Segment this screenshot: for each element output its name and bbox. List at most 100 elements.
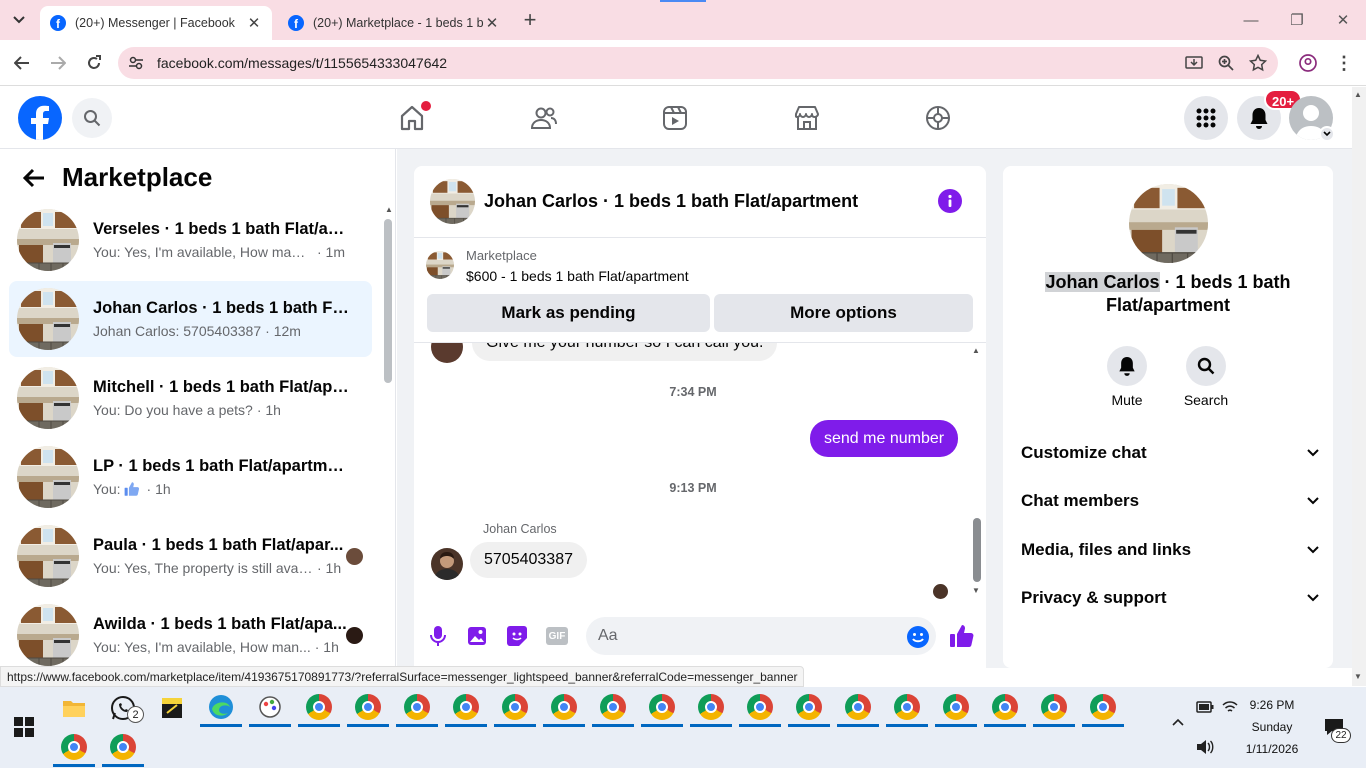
gif-icon[interactable]: GIF (546, 627, 568, 645)
chrome-profile-icon[interactable] (1082, 689, 1124, 727)
tab-messenger[interactable]: f (20+) Messenger | Facebook ✕ (40, 6, 272, 40)
scroll-down-arrow-icon[interactable]: ▼ (1354, 672, 1362, 681)
conversation-row[interactable]: LP · 1 beds 1 bath Flat/apartment You: · 1… (9, 439, 372, 515)
chrome-profile-icon[interactable] (739, 689, 781, 727)
details-avatar[interactable] (1129, 184, 1208, 263)
mute-bell-icon[interactable] (1107, 346, 1147, 386)
microphone-icon[interactable] (428, 625, 448, 647)
chrome-profile-icon[interactable] (1033, 689, 1075, 727)
clock-date[interactable]: 1/11/2026 (1240, 742, 1304, 756)
chrome-profile-icon[interactable] (53, 729, 95, 767)
chrome-profile-icon[interactable] (984, 689, 1026, 727)
chrome-profile-icon[interactable] (396, 689, 438, 727)
chat-members-section[interactable]: Chat members (1021, 491, 1319, 511)
chat-info-icon[interactable] (938, 189, 962, 213)
paint-app-icon[interactable] (249, 689, 291, 727)
restore-button[interactable]: ❐ (1274, 0, 1320, 40)
conversation-row[interactable]: Johan Carlos · 1 beds 1 bath Flat/... Joh… (9, 281, 372, 357)
url-text[interactable]: facebook.com/messages/t/1155654333047642 (157, 55, 447, 71)
chrome-profile-icon[interactable] (690, 689, 732, 727)
nav-gaming-icon[interactable] (918, 100, 958, 136)
search-chat-icon[interactable] (1186, 346, 1226, 386)
chrome-profile-icon[interactable] (886, 689, 928, 727)
more-options-button[interactable]: More options (714, 294, 973, 332)
window-accent (660, 0, 706, 2)
mark-as-pending-button[interactable]: Mark as pending (427, 294, 710, 332)
back-arrow-icon[interactable] (22, 166, 46, 190)
fb-search-icon[interactable] (72, 98, 112, 138)
sticker-icon[interactable] (506, 625, 528, 647)
chat-header-title[interactable]: Johan Carlos · 1 beds 1 bath Flat/apartm… (484, 191, 858, 212)
listing-title[interactable]: $600 - 1 beds 1 bath Flat/apartment (466, 268, 689, 284)
received-message-bubble[interactable]: 5705403387 (470, 542, 587, 578)
site-info-icon[interactable] (128, 55, 144, 71)
tab-close-icon[interactable]: ✕ (484, 14, 500, 32)
chrome-profile-icon[interactable] (641, 689, 683, 727)
new-tab-button[interactable]: + (514, 4, 546, 36)
bookmark-star-icon[interactable] (1242, 47, 1274, 79)
like-thumb-icon[interactable] (949, 623, 975, 649)
chrome-profile-icon[interactable] (935, 689, 977, 727)
listing-thumbnail[interactable] (426, 251, 454, 279)
windows-start-icon[interactable] (14, 717, 34, 737)
edge-icon[interactable] (200, 689, 242, 727)
conversation-name: Verseles · 1 beds 1 bath Flat/apar... (93, 220, 351, 238)
conversation-row[interactable]: Paula · 1 beds 1 bath Flat/apar... You: Y… (9, 518, 372, 594)
list-scrollbar[interactable]: ▲ (383, 205, 393, 667)
sender-avatar[interactable] (431, 548, 463, 580)
chrome-profile-icon[interactable] (837, 689, 879, 727)
sticky-notes-icon[interactable] (151, 689, 193, 727)
clock-day[interactable]: Sunday (1240, 720, 1304, 734)
chrome-profile-icon[interactable] (102, 729, 144, 767)
install-app-icon[interactable] (1178, 47, 1210, 79)
facebook-logo-icon[interactable] (18, 96, 62, 140)
photo-icon[interactable] (467, 626, 487, 646)
browser-menu-icon[interactable]: ⋮ (1328, 47, 1360, 79)
show-hidden-icons-chevron[interactable] (1172, 718, 1184, 726)
chrome-profile-icon[interactable] (494, 689, 536, 727)
privacy-support-section[interactable]: Privacy & support (1021, 588, 1319, 608)
volume-icon[interactable] (1196, 739, 1214, 755)
chrome-profile-icon[interactable] (347, 689, 389, 727)
chrome-profile-icon[interactable] (592, 689, 634, 727)
wifi-icon[interactable] (1222, 700, 1238, 714)
page-scrollbar[interactable] (1352, 87, 1366, 686)
chat-scrollbar[interactable]: ▲ ▼ (972, 346, 982, 598)
nav-video-icon[interactable] (655, 100, 695, 136)
tab-close-icon[interactable]: ✕ (246, 14, 262, 32)
message-list: Give me your number so I can call you. 7… (414, 343, 972, 605)
clock-time[interactable]: 9:26 PM (1240, 698, 1304, 712)
chat-header-avatar[interactable] (430, 179, 475, 224)
file-explorer-icon[interactable] (53, 689, 95, 727)
emoji-icon[interactable] (906, 625, 930, 649)
tab-search-chevron-icon[interactable] (4, 4, 34, 36)
chrome-profile-icon[interactable] (445, 689, 487, 727)
profile-icon[interactable] (1292, 47, 1324, 79)
battery-icon[interactable] (1196, 700, 1214, 714)
close-window-button[interactable]: ✕ (1320, 0, 1366, 40)
zoom-icon[interactable] (1210, 47, 1242, 79)
minimize-button[interactable]: — (1228, 0, 1274, 40)
conversation-row[interactable]: Mitchell · 1 beds 1 bath Flat/apar... You… (9, 360, 372, 436)
back-button[interactable] (6, 47, 38, 79)
nav-marketplace-icon[interactable] (787, 100, 827, 136)
mute-label[interactable]: Mute (1097, 392, 1157, 408)
conversation-row[interactable]: Awilda · 1 beds 1 bath Flat/apa... You: Y… (9, 597, 372, 673)
account-chevron-icon[interactable] (1319, 126, 1335, 142)
search-label[interactable]: Search (1176, 392, 1236, 408)
tab-marketplace[interactable]: f (20+) Marketplace - 1 beds 1 b... ✕ (278, 6, 510, 40)
conversation-row[interactable]: Verseles · 1 beds 1 bath Flat/apar... You… (9, 202, 372, 278)
received-message-bubble[interactable]: Give me your number so I can call you. (472, 343, 778, 361)
reload-button[interactable] (78, 47, 110, 79)
chrome-profile-icon[interactable] (298, 689, 340, 727)
message-input[interactable]: Aa (586, 617, 936, 655)
menu-grid-icon[interactable] (1184, 96, 1228, 140)
nav-friends-icon[interactable] (524, 100, 564, 136)
forward-button[interactable] (42, 47, 74, 79)
chrome-profile-icon[interactable] (543, 689, 585, 727)
media-files-section[interactable]: Media, files and links (1021, 540, 1319, 560)
chrome-profile-icon[interactable] (788, 689, 830, 727)
customize-chat-section[interactable]: Customize chat (1021, 443, 1319, 463)
scroll-up-arrow-icon[interactable]: ▲ (1354, 90, 1362, 99)
sent-message-bubble[interactable]: send me number (810, 420, 959, 457)
